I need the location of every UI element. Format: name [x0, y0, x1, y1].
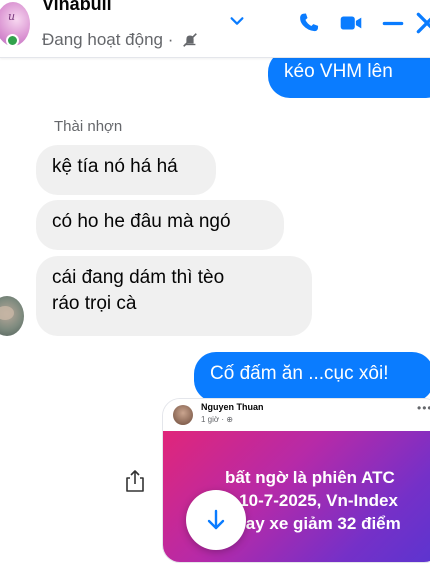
post-time: 1 giờ · ⊕: [201, 415, 233, 424]
sender-avatar[interactable]: [0, 296, 24, 336]
share-icon[interactable]: [124, 468, 146, 494]
post-text-line: y 10-7-2025, Vn-Index: [225, 490, 398, 510]
message-text: có ho he đâu mà ngó: [52, 211, 231, 232]
post-image-text: bất ngờ là phiên ATC y 10-7-2025, Vn-Ind…: [225, 467, 430, 536]
muted-bell-icon: [183, 33, 198, 47]
close-icon[interactable]: [414, 10, 430, 36]
active-status-text: Đang hoạt động ·: [42, 30, 174, 49]
sender-name: Thài nhợn: [54, 118, 123, 135]
incoming-message[interactable]: kệ tía nó há há: [36, 145, 216, 195]
post-text-line: bất ngờ là phiên ATC: [225, 468, 395, 487]
more-options-icon: •••: [417, 401, 430, 415]
avatar-text: u: [8, 10, 16, 23]
status-line: Đang hoạt động ·: [42, 30, 199, 50]
message-text: kệ tía nó há há: [52, 156, 178, 177]
outgoing-message[interactable]: Cố đấm ăn ...cục xôi!: [194, 352, 430, 402]
message-text: kéo VHM lên: [284, 61, 393, 82]
incoming-message[interactable]: có ho he đâu mà ngó: [36, 200, 284, 250]
chevron-down-icon[interactable]: [228, 12, 246, 30]
video-call-icon[interactable]: [338, 10, 364, 36]
post-text-line: quay xe giảm 32 điểm: [225, 513, 401, 533]
contact-name[interactable]: Vinabull: [42, 0, 112, 15]
chat-header: u Vinabull Đang hoạt động ·: [0, 0, 430, 58]
incoming-message[interactable]: cái đang dám thì tèo ráo trọi cà: [36, 256, 312, 336]
online-status-dot: [6, 34, 19, 47]
minimize-icon[interactable]: [380, 10, 406, 36]
arrow-down-icon: [207, 509, 225, 530]
post-author: Nguyen Thuan: [201, 402, 264, 412]
phone-icon[interactable]: [296, 10, 322, 36]
message-text: Cố đấm ăn ...cục xôi!: [210, 363, 389, 384]
post-author-avatar: [173, 405, 193, 425]
message-text-line: cái đang dám thì tèo: [52, 267, 225, 288]
contact-avatar[interactable]: u: [0, 2, 32, 50]
scroll-to-bottom-button[interactable]: [186, 490, 246, 550]
post-header: Nguyen Thuan 1 giờ · ⊕ •••: [163, 399, 430, 431]
message-text-line: ráo trọi cà: [52, 292, 137, 314]
